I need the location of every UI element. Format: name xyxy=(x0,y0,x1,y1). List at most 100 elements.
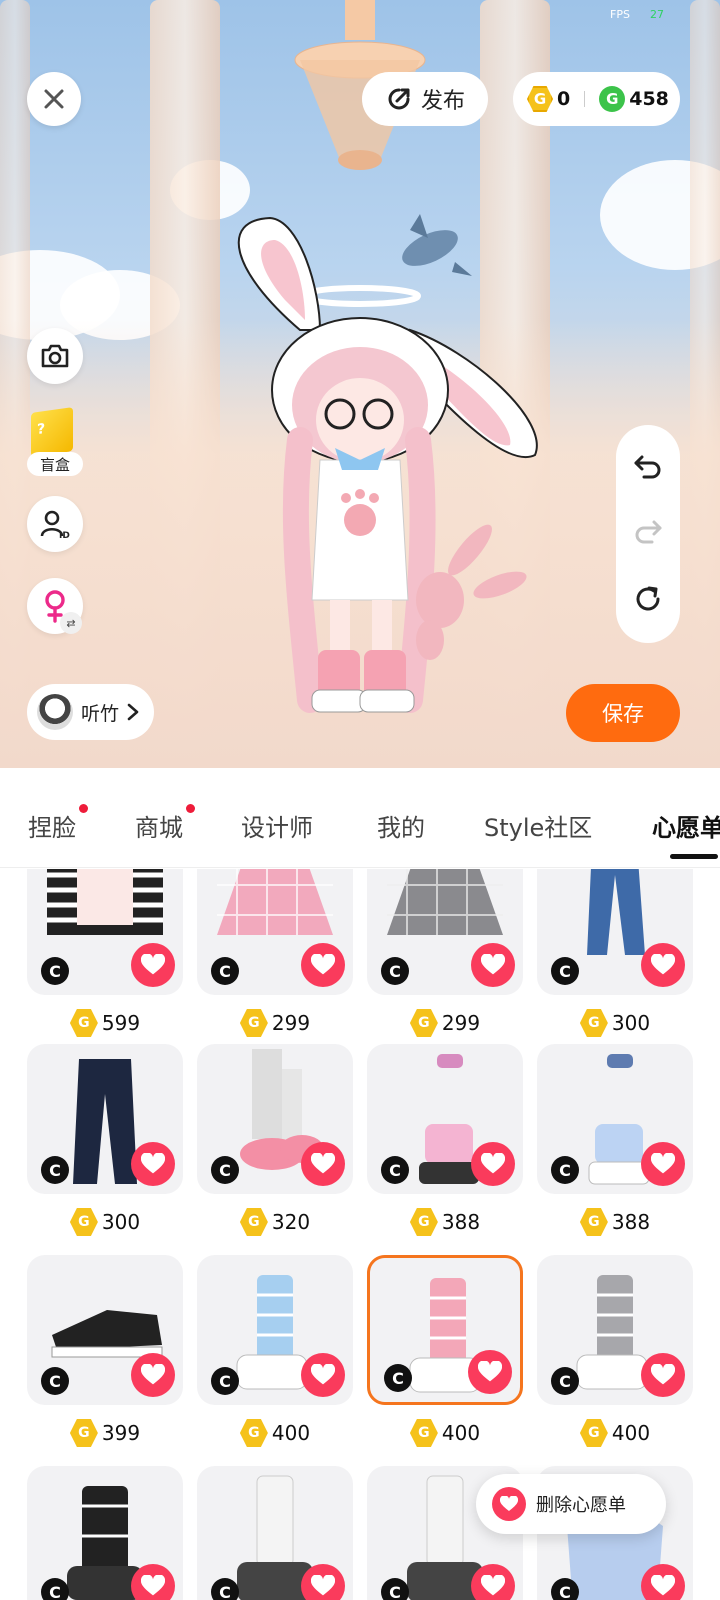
item-price: G 320 xyxy=(197,1206,353,1238)
reset-icon[interactable] xyxy=(633,584,663,614)
redo-icon[interactable] xyxy=(633,519,663,545)
gold-coin-icon: G xyxy=(69,1009,98,1037)
item-price-value: 399 xyxy=(101,1421,141,1445)
user-profile-chip[interactable]: 听竹 xyxy=(27,684,154,740)
wishlist-item-card[interactable]: C G 300 xyxy=(27,1044,183,1238)
item-thumbnail[interactable]: C xyxy=(367,1255,523,1405)
wishlist-item-card[interactable]: C G 400 xyxy=(537,1255,693,1449)
remove-wishlist-button[interactable]: 删除心愿单 xyxy=(476,1474,666,1534)
id-icon: ID xyxy=(40,510,70,540)
item-thumbnail[interactable]: C xyxy=(27,1466,183,1600)
item-thumbnail[interactable]: C xyxy=(367,1044,523,1194)
currency-display[interactable]: G 0 G 458 xyxy=(513,72,680,126)
history-controls xyxy=(616,425,680,643)
tab-label: 捏脸 xyxy=(28,814,76,842)
item-price-value: 599 xyxy=(101,1011,141,1035)
wishlist-item-card[interactable]: C G 299 xyxy=(197,869,353,1039)
gold-coin-icon: G xyxy=(239,1419,268,1447)
item-price-value: 299 xyxy=(441,1011,481,1035)
wishlist-item-card[interactable]: C G 299 xyxy=(367,869,523,1039)
creator-badge-icon: C xyxy=(211,1367,239,1395)
currency-divider xyxy=(584,91,586,107)
tab-face[interactable]: 捏脸 xyxy=(28,804,88,843)
heart-icon[interactable] xyxy=(131,1142,175,1186)
heart-icon[interactable] xyxy=(301,1142,345,1186)
item-price: G 599 xyxy=(27,1007,183,1039)
tab-wishlist[interactable]: 心愿单 xyxy=(652,808,720,843)
wishlist-item-card[interactable]: C G 599 xyxy=(27,869,183,1039)
wishlist-item-card[interactable]: C xyxy=(27,1466,183,1600)
blind-box-label: 盲盒 xyxy=(27,452,83,476)
tab-label: 心愿单 xyxy=(652,814,720,842)
wishlist-item-card[interactable]: C G 388 xyxy=(537,1044,693,1238)
creator-badge-icon: C xyxy=(41,1156,69,1184)
creator-badge-icon: C xyxy=(381,1578,409,1600)
item-thumbnail[interactable]: C xyxy=(27,869,183,995)
creator-badge-icon: C xyxy=(551,1367,579,1395)
item-thumbnail[interactable]: C xyxy=(537,1044,693,1194)
publish-label: 发布 xyxy=(420,89,465,114)
wishlist-item-card[interactable]: C G 300 xyxy=(537,869,693,1039)
camera-button[interactable] xyxy=(27,328,83,384)
item-thumbnail[interactable]: C xyxy=(197,869,353,995)
tab-label: 商城 xyxy=(135,814,183,842)
heart-icon[interactable] xyxy=(468,1350,512,1394)
item-thumbnail[interactable]: C xyxy=(537,869,693,995)
category-tabs: 捏脸 商城 设计师 我的 Style社区 心愿单 xyxy=(0,768,720,868)
heart-icon[interactable] xyxy=(131,943,175,987)
item-thumbnail[interactable]: C xyxy=(27,1255,183,1405)
wishlist-item-card[interactable]: C G 400 xyxy=(197,1255,353,1449)
wishlist-item-card[interactable]: C G 400 xyxy=(367,1255,523,1449)
tab-mine[interactable]: 我的 xyxy=(377,808,425,843)
heart-icon[interactable] xyxy=(471,1564,515,1600)
wishlist-item-card[interactable]: C G 320 xyxy=(197,1044,353,1238)
item-price: G 400 xyxy=(367,1417,523,1449)
gold-coin-icon: G xyxy=(579,1419,608,1447)
item-price-value: 300 xyxy=(611,1011,651,1035)
heart-icon[interactable] xyxy=(641,1142,685,1186)
camera-icon xyxy=(41,344,69,368)
creator-badge-icon: C xyxy=(551,957,579,985)
item-thumbnail[interactable]: C xyxy=(197,1466,353,1600)
user-name: 听竹 xyxy=(81,702,120,725)
notification-dot xyxy=(79,804,88,813)
wishlist-item-card[interactable]: C G 399 xyxy=(27,1255,183,1449)
publish-button[interactable]: 发布 xyxy=(362,72,488,126)
item-thumbnail[interactable]: C xyxy=(537,1255,693,1405)
wishlist-item-card[interactable]: C G 388 xyxy=(367,1044,523,1238)
tab-style-community[interactable]: Style社区 xyxy=(484,808,592,843)
item-price-value: 388 xyxy=(611,1210,651,1234)
item-price-value: 299 xyxy=(271,1011,311,1035)
gold-coin-icon: G xyxy=(527,86,553,112)
save-button[interactable]: 保存 xyxy=(566,684,680,742)
close-icon xyxy=(44,89,64,109)
heart-icon[interactable] xyxy=(471,943,515,987)
heart-icon[interactable] xyxy=(301,943,345,987)
heart-icon[interactable] xyxy=(131,1564,175,1600)
creator-badge-icon: C xyxy=(381,957,409,985)
avatar-scene[interactable]: FPS 27 发布 G 0 G 458 ? 盲盒 ID ⇄ 听竹 保存 xyxy=(0,0,720,768)
item-thumbnail[interactable]: C xyxy=(197,1255,353,1405)
blind-box-button[interactable]: ? 盲盒 xyxy=(27,407,83,476)
tab-designer[interactable]: 设计师 xyxy=(241,808,313,843)
wishlist-item-card[interactable]: C xyxy=(197,1466,353,1600)
item-thumbnail[interactable]: C xyxy=(367,869,523,995)
close-button[interactable] xyxy=(27,72,81,126)
id-button[interactable]: ID xyxy=(27,496,83,552)
heart-icon[interactable] xyxy=(641,1353,685,1397)
heart-icon[interactable] xyxy=(131,1353,175,1397)
item-thumbnail[interactable]: C xyxy=(197,1044,353,1194)
heart-icon[interactable] xyxy=(471,1142,515,1186)
item-thumbnail[interactable]: C xyxy=(27,1044,183,1194)
chevron-right-icon xyxy=(127,703,139,721)
heart-icon[interactable] xyxy=(641,1564,685,1600)
item-price-value: 300 xyxy=(101,1210,141,1234)
heart-icon[interactable] xyxy=(301,1564,345,1600)
heart-icon[interactable] xyxy=(641,943,685,987)
tab-shop[interactable]: 商城 xyxy=(135,804,195,843)
item-price: G 299 xyxy=(367,1007,523,1039)
item-price: G 300 xyxy=(537,1007,693,1039)
heart-icon[interactable] xyxy=(301,1353,345,1397)
creator-badge-icon: C xyxy=(211,957,239,985)
undo-icon[interactable] xyxy=(633,454,663,480)
